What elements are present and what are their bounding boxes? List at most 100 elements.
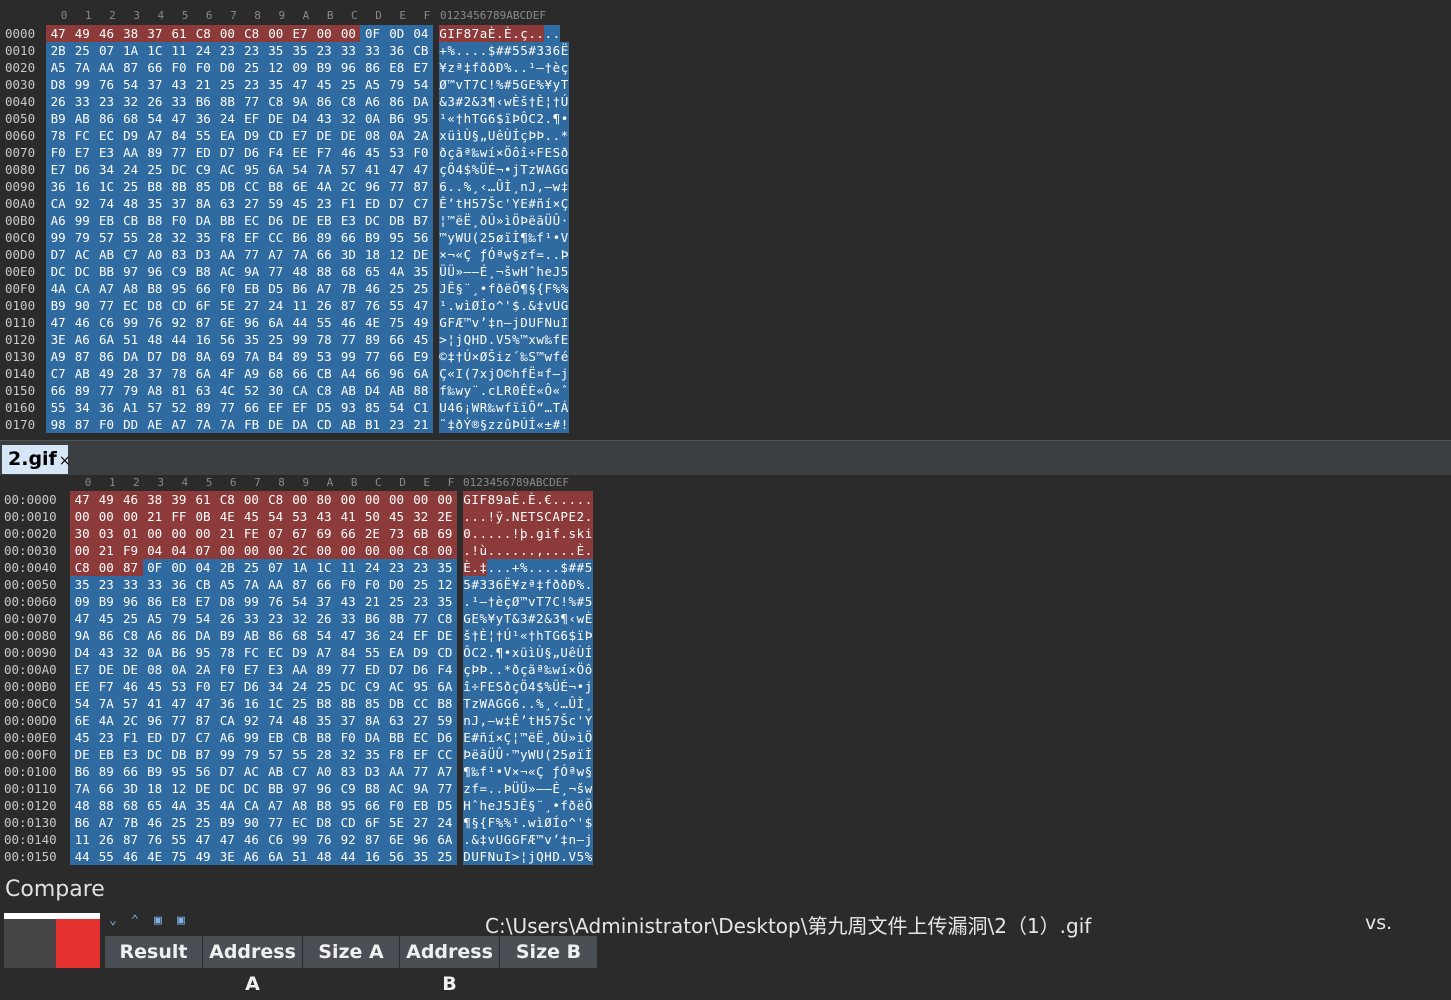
hex-byte[interactable]: 0A: [142, 644, 167, 661]
hex-byte[interactable]: 86: [94, 627, 119, 644]
hex-byte[interactable]: A7: [263, 797, 288, 814]
hex-byte[interactable]: EE: [70, 678, 95, 695]
hex-byte[interactable]: F4: [432, 661, 457, 678]
column-header-address-b[interactable]: Address B: [400, 936, 500, 995]
hex-byte[interactable]: 77: [94, 297, 119, 314]
hex-byte[interactable]: CD: [432, 644, 457, 661]
hex-byte[interactable]: 66: [336, 229, 361, 246]
hex-byte[interactable]: 00: [408, 491, 433, 508]
hex-view-file-b[interactable]: 0123456789ABCDEF 0123456789ABCDEF 00:000…: [0, 475, 1451, 873]
hex-byte[interactable]: 86: [360, 59, 385, 76]
column-header-size-b[interactable]: Size B: [500, 936, 598, 968]
hex-byte[interactable]: C9: [360, 678, 385, 695]
hex-byte[interactable]: 76: [360, 297, 385, 314]
hex-byte[interactable]: 27: [408, 712, 433, 729]
hex-byte[interactable]: 35: [263, 42, 288, 59]
hex-byte[interactable]: A7: [312, 280, 337, 297]
ascii-text[interactable]: š†È¦†Ú¹«†hTG6$ïÞ: [463, 627, 593, 644]
hex-bytes[interactable]: D7 AC AB C7 A0 83 D3 AA 77 A7 7A 66 3D 18 12 DE: [46, 246, 433, 263]
hex-byte[interactable]: DA: [408, 93, 433, 110]
hex-byte[interactable]: 16: [360, 848, 385, 865]
hex-byte[interactable]: F0: [336, 576, 361, 593]
hex-byte[interactable]: 90: [70, 297, 95, 314]
hex-byte[interactable]: 4E: [360, 314, 385, 331]
hex-byte[interactable]: 6A: [408, 365, 433, 382]
hex-byte[interactable]: 63: [384, 712, 409, 729]
hex-byte[interactable]: 30: [263, 382, 288, 399]
hex-byte[interactable]: C7: [408, 195, 433, 212]
hex-byte[interactable]: F1: [336, 195, 361, 212]
hex-byte[interactable]: EC: [263, 644, 288, 661]
hex-byte[interactable]: 47: [70, 491, 95, 508]
hex-byte[interactable]: 85: [191, 178, 216, 195]
hex-byte[interactable]: EC: [287, 814, 312, 831]
hex-byte[interactable]: 25: [384, 593, 409, 610]
hex-byte[interactable]: A7: [94, 280, 119, 297]
hex-bytes[interactable]: 48 88 68 65 4A 35 4A CA A7 A8 B8 95 66 F0 EB D5: [70, 797, 457, 814]
hex-byte[interactable]: 7A: [94, 695, 119, 712]
hex-byte[interactable]: 87: [70, 416, 95, 433]
hex-byte[interactable]: 86: [94, 110, 119, 127]
hex-byte[interactable]: D7: [215, 763, 240, 780]
hex-byte[interactable]: 66: [94, 780, 119, 797]
hex-byte[interactable]: 7A: [70, 780, 95, 797]
ascii-text[interactable]: ©‡†Ú×ØŠiz´‰S™wfé: [439, 348, 569, 365]
hex-byte[interactable]: EF: [408, 746, 433, 763]
hex-byte[interactable]: 6F: [191, 297, 216, 314]
hex-byte[interactable]: 44: [166, 331, 192, 348]
hex-byte[interactable]: AB: [239, 627, 264, 644]
hex-byte[interactable]: CA: [46, 195, 71, 212]
hex-byte[interactable]: 54: [142, 110, 167, 127]
hex-byte[interactable]: 51: [287, 848, 312, 865]
hex-byte[interactable]: 48: [311, 848, 337, 865]
hex-bytes[interactable]: 36 16 1C 25 B8 8B 85 DB CC B8 6E 4A 2C 96 77 87: [46, 178, 433, 195]
hex-bytes[interactable]: 99 79 57 55 28 32 35 F8 EF CC B6 89 66 B9 95 56: [46, 229, 433, 246]
hex-bytes[interactable]: 30 03 01 00 00 00 21 FE 07 67 69 66 2E 73 6B 69: [70, 525, 457, 542]
hex-byte[interactable]: D6: [432, 729, 457, 746]
hex-byte[interactable]: 99: [336, 348, 361, 365]
hex-bytes[interactable]: 3E A6 6A 51 48 44 16 56 35 25 99 78 77 89 66 45: [46, 331, 433, 348]
hex-byte[interactable]: 76: [263, 593, 288, 610]
hex-byte[interactable]: AB: [70, 365, 95, 382]
ascii-text[interactable]: zf=..ÞÜÜ»—–É¸¬šw: [463, 780, 593, 797]
hex-byte[interactable]: E7: [190, 593, 216, 610]
hex-byte[interactable]: 47: [408, 297, 433, 314]
hex-byte[interactable]: F0: [384, 797, 409, 814]
hex-byte[interactable]: 25: [118, 178, 143, 195]
hex-byte[interactable]: 3E: [46, 331, 71, 348]
hex-byte[interactable]: 1C: [263, 695, 288, 712]
hex-byte[interactable]: 79: [70, 229, 95, 246]
column-header-size-a[interactable]: Size A: [303, 936, 400, 968]
hex-byte[interactable]: 00: [384, 491, 409, 508]
hex-byte[interactable]: 37: [311, 593, 337, 610]
hex-bytes[interactable]: 6E 4A 2C 96 77 87 CA 92 74 48 35 37 8A 63 27 59: [70, 712, 457, 729]
hex-bytes[interactable]: B9 AB 86 68 54 47 36 24 EF DE D4 43 32 0A B6 95: [46, 110, 433, 127]
hex-byte[interactable]: 92: [70, 195, 95, 212]
hex-byte[interactable]: 07: [94, 42, 119, 59]
hex-byte[interactable]: ED: [360, 195, 385, 212]
ascii-text[interactable]: 0.....!þ.gif.ski: [463, 525, 593, 542]
hex-byte[interactable]: AA: [287, 661, 312, 678]
ascii-text[interactable]: GIF89aÈ.È.€.....: [463, 491, 593, 508]
hex-bytes[interactable]: 26 33 23 32 26 33 B6 8B 77 C8 9A 86 C8 A6 86 DA: [46, 93, 433, 110]
hex-byte[interactable]: 2A: [190, 661, 216, 678]
hex-byte[interactable]: DE: [287, 212, 313, 229]
hex-byte[interactable]: F0: [46, 144, 71, 161]
hex-byte[interactable]: 35: [190, 797, 216, 814]
hex-byte[interactable]: 47: [70, 610, 95, 627]
hex-byte[interactable]: 73: [384, 525, 409, 542]
hex-byte[interactable]: B8: [263, 178, 288, 195]
hex-byte[interactable]: 37: [142, 76, 167, 93]
hex-byte[interactable]: B6: [287, 280, 313, 297]
hex-byte[interactable]: A7: [263, 246, 288, 263]
hex-byte[interactable]: 54: [408, 76, 433, 93]
hex-byte[interactable]: 4A: [215, 797, 240, 814]
hex-byte[interactable]: 95: [239, 161, 264, 178]
hex-byte[interactable]: BB: [263, 780, 288, 797]
hex-byte[interactable]: 00: [190, 525, 216, 542]
hex-byte[interactable]: 4A: [94, 712, 119, 729]
hex-byte[interactable]: 21: [408, 416, 433, 433]
hex-byte[interactable]: 28: [142, 229, 167, 246]
hex-byte[interactable]: 7A: [215, 416, 240, 433]
hex-byte[interactable]: DC: [239, 780, 264, 797]
